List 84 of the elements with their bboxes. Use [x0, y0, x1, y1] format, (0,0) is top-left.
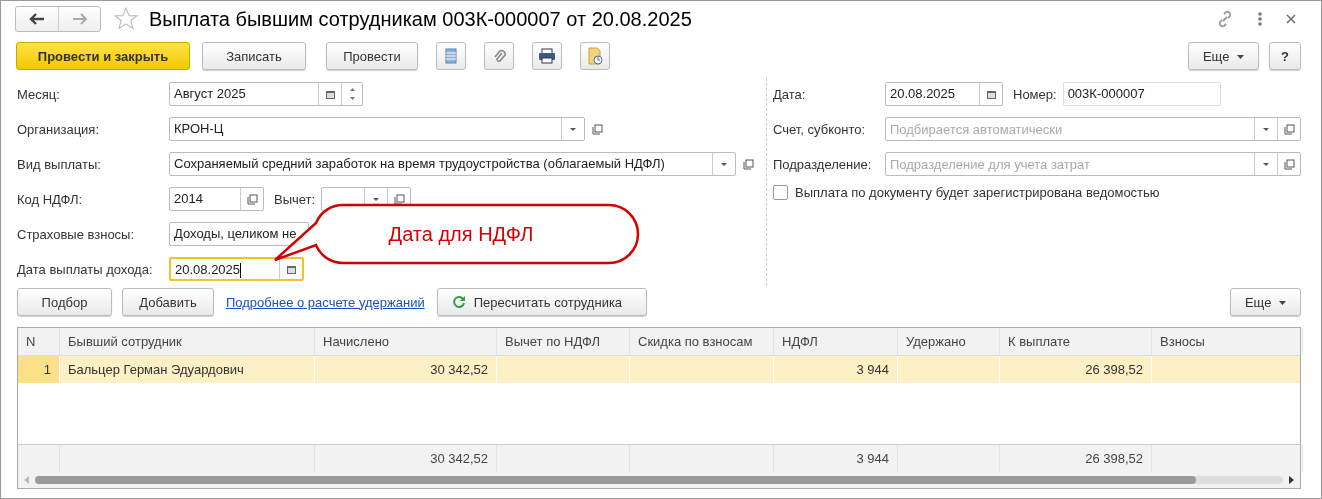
- column-header[interactable]: Начислено: [315, 328, 497, 355]
- dropdown-icon[interactable]: [569, 126, 577, 132]
- callout-text: Дата для НДФЛ: [388, 222, 534, 246]
- date-field[interactable]: 20.08.2025: [885, 82, 1003, 106]
- payment-type-field[interactable]: Сохраняемый средний заработок на время трудоустройства (облагаемый НДФЛ): [169, 152, 736, 176]
- printer-icon: [538, 48, 556, 64]
- field-label: Код НДФЛ:: [17, 191, 84, 207]
- column-header[interactable]: К выплате: [1000, 328, 1152, 355]
- column-header[interactable]: Вычет по НДФЛ: [497, 328, 630, 355]
- toolbar-button[interactable]: Провести: [326, 42, 418, 70]
- list-icon: [445, 48, 457, 64]
- calendar-icon[interactable]: [985, 88, 997, 100]
- department-field[interactable]: Подразделение для учета затрат: [885, 152, 1301, 176]
- report-button[interactable]: [580, 42, 610, 70]
- toolbar-button[interactable]: Записать: [202, 42, 306, 70]
- table-cell: 30 342,52: [315, 356, 497, 383]
- table-cell: Бальцер Герман Эдуардович: [60, 356, 315, 383]
- field-label: Номер:: [1013, 86, 1057, 102]
- column-header[interactable]: N: [18, 328, 60, 355]
- table-cell: 1: [18, 356, 60, 383]
- account-field[interactable]: Подбирается автоматически: [885, 117, 1301, 141]
- window-title: Выплата бывшим сотрудникам 003К-000007 от 20.08.2025: [149, 7, 692, 31]
- more-button[interactable]: Еще: [1229, 288, 1301, 316]
- open-icon[interactable]: [1283, 123, 1295, 135]
- document-clock-icon: [587, 47, 603, 65]
- table-cell: 3 944: [774, 356, 898, 383]
- number-field[interactable]: 003К-000007: [1062, 82, 1221, 106]
- recalculate-button[interactable]: Пересчитать сотрудника: [436, 288, 647, 316]
- table-toolbar-button[interactable]: Добавить: [122, 288, 214, 316]
- open-icon[interactable]: [393, 193, 405, 205]
- field-label: Вычет:: [274, 191, 316, 207]
- organization-field[interactable]: КРОН-Ц: [169, 117, 585, 141]
- table-cell: 26 398,52: [1000, 356, 1152, 383]
- column-header[interactable]: НДФЛ: [774, 328, 898, 355]
- open-icon[interactable]: [743, 158, 754, 170]
- field-label: Месяц:: [17, 86, 61, 102]
- column-header[interactable]: Скидка по взносам: [630, 328, 774, 355]
- help-button[interactable]: ?: [1269, 42, 1301, 70]
- open-icon[interactable]: [246, 193, 258, 205]
- spin-icon[interactable]: [348, 86, 356, 102]
- more-button[interactable]: Еще: [1187, 42, 1259, 70]
- details-link[interactable]: Подробнее о расчете удержаний: [226, 294, 425, 310]
- paperclip-icon: [492, 48, 506, 64]
- field-label: Вид выплаты:: [17, 156, 102, 172]
- toolbar-button[interactable]: Провести и закрыть: [16, 42, 190, 70]
- star-icon[interactable]: [113, 6, 139, 32]
- field-label: Подразделение:: [773, 156, 873, 172]
- back-arrow-icon: [29, 13, 45, 25]
- checkbox-label[interactable]: Выплата по документу будет зарегистрирована ведомостью: [795, 184, 1160, 200]
- caret-icon: [1237, 55, 1244, 60]
- close-icon[interactable]: [1285, 13, 1297, 25]
- checkbox[interactable]: [773, 184, 788, 200]
- account-input[interactable]: Подбирается автоматически: [886, 118, 1254, 140]
- column-header[interactable]: Бывший сотрудник: [60, 328, 315, 355]
- calendar-icon[interactable]: [324, 88, 336, 100]
- income-date-field[interactable]: 20.08.2025: [169, 257, 304, 281]
- field-label: Страховые взносы:: [17, 226, 136, 242]
- more-icon[interactable]: [1257, 11, 1263, 27]
- dropdown-icon[interactable]: [1262, 161, 1270, 167]
- dropdown-icon[interactable]: [720, 161, 728, 167]
- column-header[interactable]: Взносы: [1152, 328, 1303, 355]
- field-label: Организация:: [17, 121, 101, 137]
- field-label: Дата:: [773, 86, 807, 102]
- forward-arrow-icon: [71, 13, 88, 25]
- caret-icon: [1279, 301, 1286, 306]
- scroll-right-icon[interactable]: [1289, 476, 1294, 484]
- table-toolbar-button[interactable]: Подбор: [17, 288, 112, 316]
- open-icon[interactable]: [592, 123, 603, 135]
- column-header[interactable]: Удержано: [898, 328, 1000, 355]
- field-label: Дата выплаты дохода:: [17, 261, 154, 277]
- department-input[interactable]: Подразделение для учета затрат: [886, 153, 1254, 175]
- insurance-field[interactable]: Доходы, целиком не: [169, 222, 309, 246]
- month-field[interactable]: Август 2025: [169, 82, 363, 106]
- refresh-icon: [451, 295, 466, 309]
- ndfl-code-field[interactable]: 2014: [169, 187, 264, 211]
- dropdown-icon[interactable]: [1262, 126, 1270, 132]
- table-row[interactable]: 1 Бальцер Герман Эдуардович 30 342,52 3 944 26 398,52: [18, 356, 1300, 383]
- horizontal-scrollbar[interactable]: [18, 472, 1300, 488]
- open-icon[interactable]: [1283, 158, 1295, 170]
- field-label: Счет, субконто:: [773, 121, 867, 137]
- print-button[interactable]: [532, 42, 562, 70]
- attachment-button[interactable]: [484, 42, 514, 70]
- list-button[interactable]: [436, 42, 466, 70]
- calendar-icon[interactable]: [285, 263, 297, 275]
